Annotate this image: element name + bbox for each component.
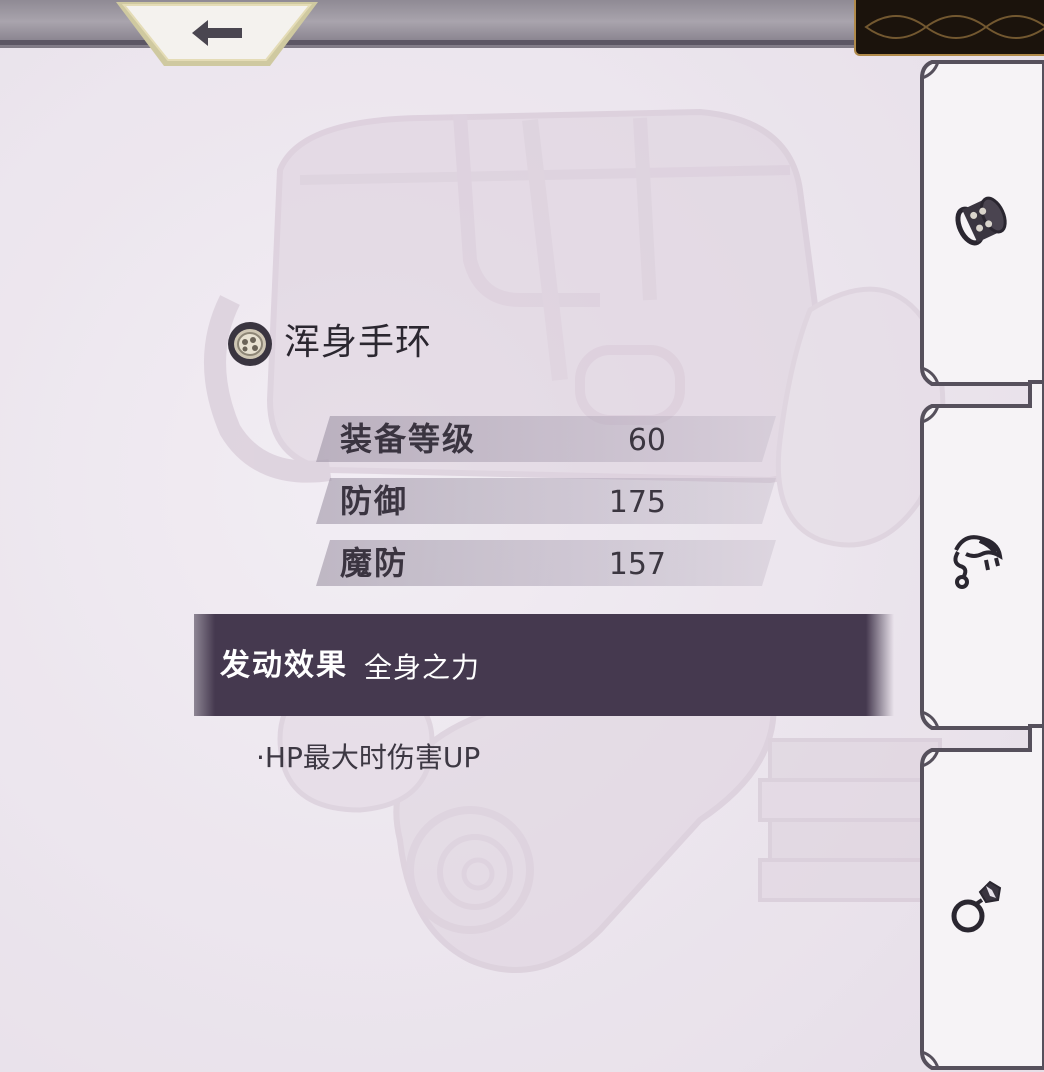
ring-icon (951, 880, 1002, 933)
stat-value: 60 (627, 423, 666, 458)
background-illustration (0, 0, 1044, 1072)
stat-label: 装备等级 (340, 420, 477, 458)
corner-ornament (854, 0, 1044, 56)
stat-row-level: 装备等级 60 (316, 416, 776, 462)
ornament-pattern-icon (864, 15, 1044, 39)
necklace-icon (953, 535, 1003, 589)
item-name: 浑身手环 (284, 322, 433, 363)
effect-banner: 发动效果 全身之力 (194, 614, 894, 716)
stat-label: 魔防 (340, 544, 409, 582)
stat-row-defense: 防御 175 (316, 478, 776, 524)
back-button[interactable] (112, 0, 322, 70)
tab-bracelet[interactable] (918, 58, 1044, 388)
stat-value: 157 (608, 547, 666, 582)
effect-name: 全身之力 (364, 651, 481, 684)
bracelet-icon (228, 322, 272, 366)
stat-value: 175 (608, 485, 666, 520)
back-button-frame (116, 2, 318, 66)
tab-ring[interactable] (918, 722, 1044, 1072)
tab-necklace[interactable] (918, 378, 1044, 732)
effect-title: 发动效果 (220, 648, 348, 683)
stat-label: 防御 (340, 482, 409, 520)
effect-description: ·HP最大时伤害UP (256, 741, 481, 774)
stat-row-magic-defense: 魔防 157 (316, 540, 776, 586)
bracelet-icon (955, 196, 1007, 246)
